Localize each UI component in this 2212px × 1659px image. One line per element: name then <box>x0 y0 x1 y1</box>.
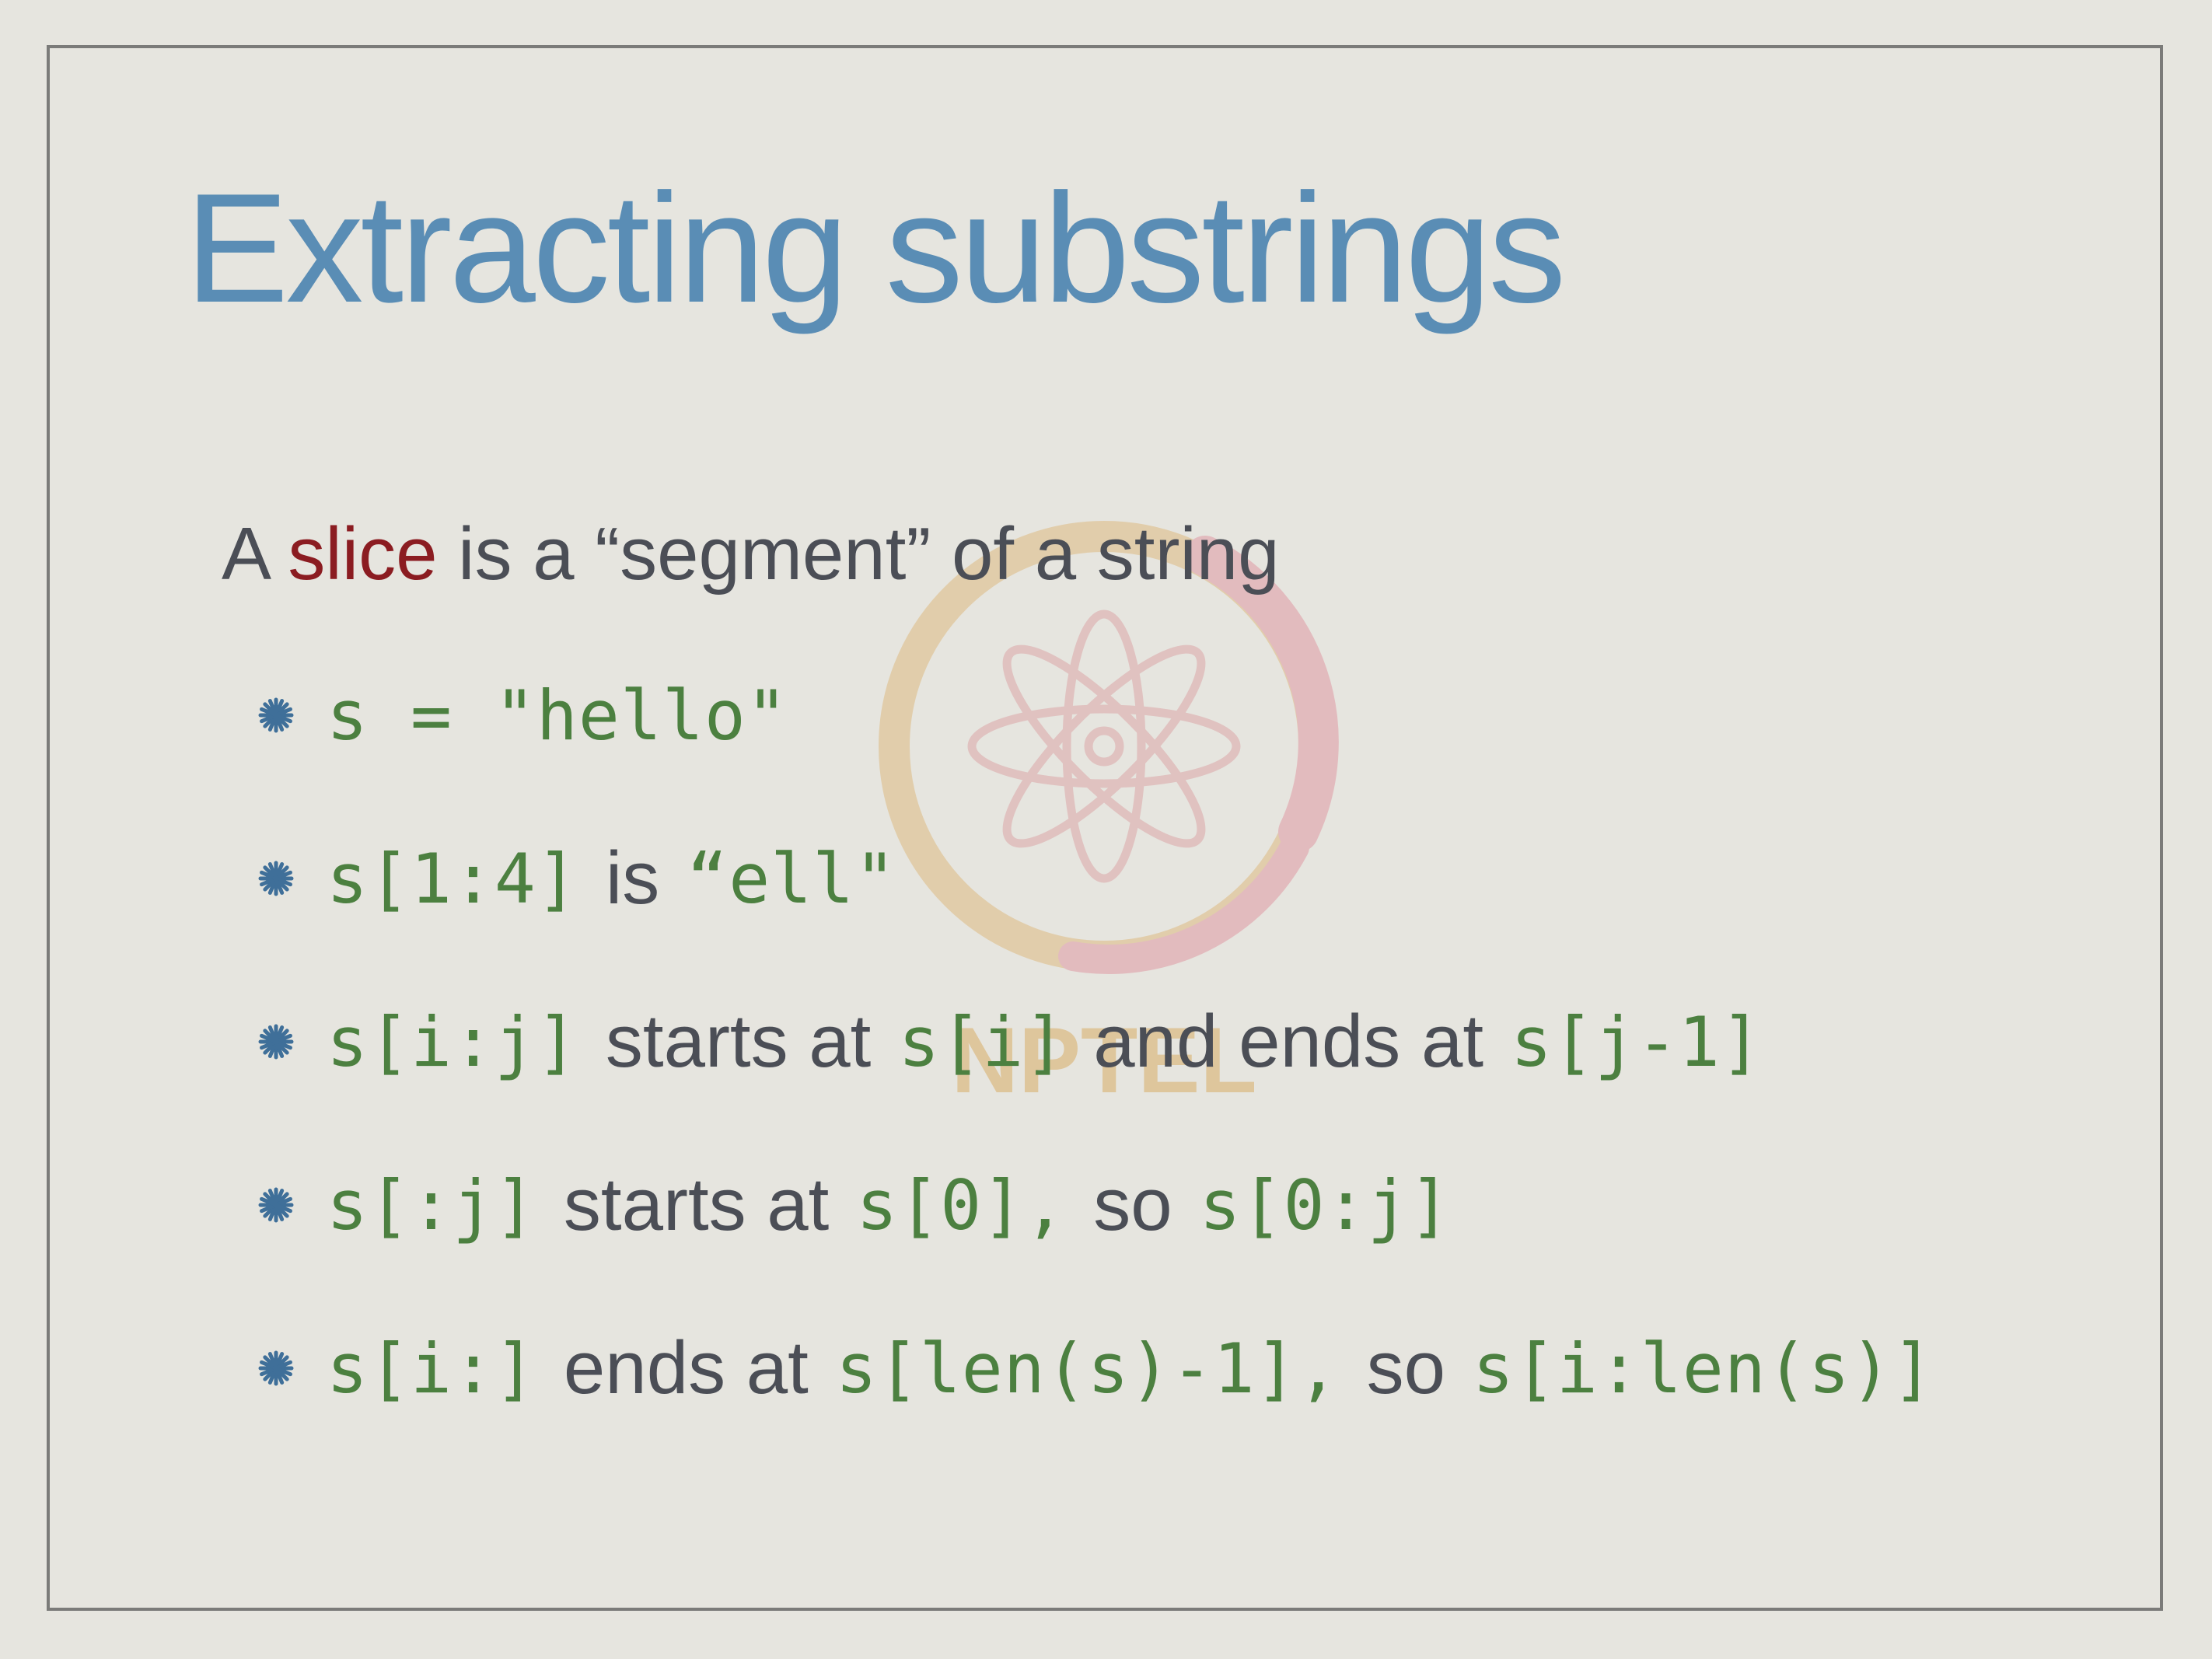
code-fragment: s[0:j] <box>1199 1165 1452 1245</box>
text-fragment: so <box>1093 1163 1172 1246</box>
intro-prefix: A <box>222 512 288 595</box>
code-fragment: s[i] <box>898 1001 1067 1082</box>
text-fragment: starts at <box>563 1163 830 1246</box>
bullet-item: s = "hello" <box>257 669 788 762</box>
asterisk-bullet-icon <box>258 1024 294 1060</box>
code-fragment: s[i:j] <box>327 1001 578 1082</box>
bullet-item: s[i:j] starts at s[i] and ends at s[j-1] <box>257 995 1763 1088</box>
intro-highlight: slice <box>288 512 438 595</box>
text-fragment: so <box>1366 1326 1445 1409</box>
text-fragment: and ends at <box>1093 1000 1483 1083</box>
code-fragment: s[len(s)-1], <box>835 1328 1340 1409</box>
intro-suffix: is a “segment” of a string <box>437 512 1280 595</box>
asterisk-bullet-icon <box>258 697 294 733</box>
asterisk-bullet-icon <box>258 1187 294 1223</box>
bullet-item: s[1:4] is “ell" <box>257 832 896 925</box>
watermark-flower <box>967 609 1241 883</box>
bullet-item: s[i:] ends at s[len(s)-1], so s[i:len(s)] <box>257 1322 1934 1415</box>
code-fragment: “ell" <box>687 838 897 919</box>
slide-title: Extracting substrings <box>185 162 1566 335</box>
text-fragment: ends at <box>563 1326 809 1409</box>
code-fragment: s[i:] <box>327 1328 536 1409</box>
text-fragment: is <box>605 836 660 920</box>
watermark-red-ring-segment <box>1185 536 1339 852</box>
code-fragment: s[i:len(s)] <box>1472 1328 1934 1409</box>
slide-intro: A slice is a “segment” of a string <box>222 517 1280 592</box>
bullet-item: s[:j] starts at s[0], so s[0:j] <box>257 1158 1452 1252</box>
asterisk-bullet-icon <box>258 1350 294 1386</box>
text-fragment: starts at <box>605 1000 872 1083</box>
code-fragment: s = "hello" <box>327 675 788 756</box>
code-fragment: s[j-1] <box>1511 1001 1763 1082</box>
code-fragment: s[:j] <box>327 1165 536 1245</box>
asterisk-bullet-icon <box>258 861 294 896</box>
code-fragment: s[0], <box>856 1165 1067 1245</box>
code-fragment: s[1:4] <box>327 838 578 919</box>
